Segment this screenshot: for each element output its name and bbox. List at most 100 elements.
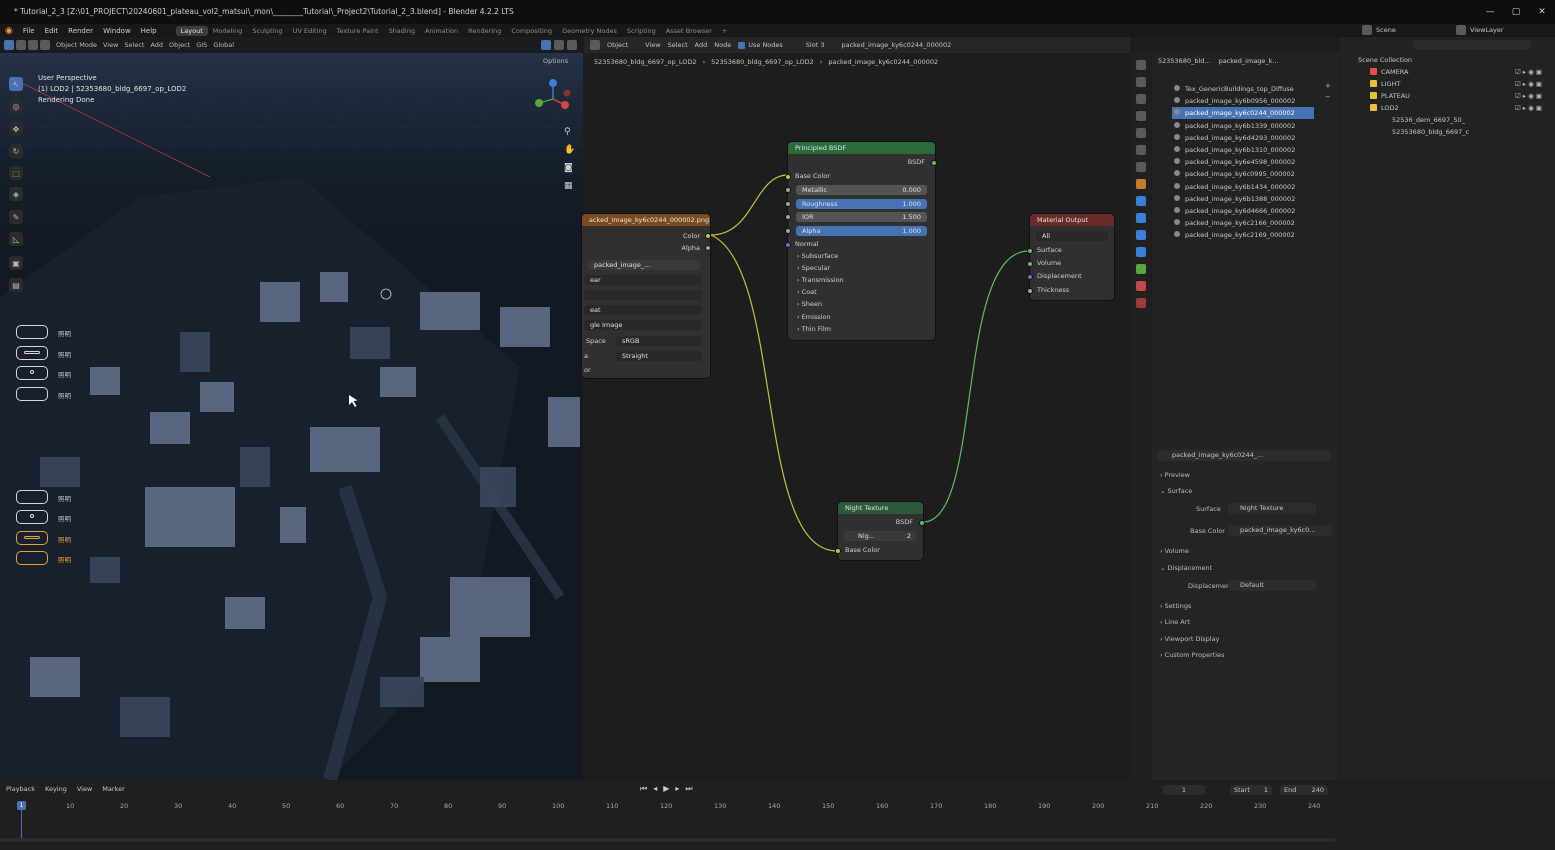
panel-subsurface[interactable]: › Subsurface bbox=[788, 251, 935, 262]
material-slot[interactable]: packed_image_ky6b1388_000002 bbox=[1172, 193, 1314, 205]
timeline-menu-marker[interactable]: Marker bbox=[102, 785, 124, 793]
minimize-button[interactable]: — bbox=[1477, 0, 1503, 24]
physics-tab-icon[interactable] bbox=[1136, 230, 1146, 240]
jump-start-icon[interactable]: ⏮ bbox=[640, 784, 647, 794]
modifier-tab-icon[interactable] bbox=[1136, 196, 1146, 206]
menu-file[interactable]: File bbox=[18, 27, 40, 35]
viewport-menu-add[interactable]: Add bbox=[150, 41, 163, 49]
3d-viewport[interactable]: Object Mode View Select Add Object GIS G… bbox=[0, 37, 583, 780]
measure-tool-icon[interactable]: ◺ bbox=[9, 232, 23, 246]
principled-bsdf-node[interactable]: Principled BSDF BSDF Base Color Metallic… bbox=[785, 142, 937, 340]
material-slot[interactable]: packed_image_ky6c2169_000002 bbox=[1172, 229, 1314, 241]
cursor-tool-icon[interactable]: ◎ bbox=[9, 99, 23, 113]
material-slot[interactable]: packed_image_ky6b1310_000002 bbox=[1172, 144, 1314, 156]
timeline-menu-view[interactable]: View bbox=[77, 785, 92, 793]
section-displacement[interactable]: ⌄ Displacement bbox=[1160, 564, 1212, 572]
menu-window[interactable]: Window bbox=[98, 27, 136, 35]
light-toggle-3[interactable] bbox=[16, 366, 48, 380]
navigation-gizmo[interactable] bbox=[531, 77, 575, 121]
displacement-socket[interactable] bbox=[1027, 274, 1033, 280]
rotate-tool-icon[interactable]: ↻ bbox=[9, 144, 23, 158]
visibility-toggles[interactable]: ☑ ▸ ◉ ▣ bbox=[1515, 103, 1542, 114]
roughness-socket[interactable] bbox=[785, 201, 791, 207]
scene-selector[interactable]: Scene bbox=[1376, 26, 1426, 34]
outliner-item[interactable]: CAMERA ☑ ▸ ◉ ▣ bbox=[1370, 67, 1550, 78]
light-toggle-1[interactable] bbox=[16, 325, 48, 339]
visibility-toggles[interactable]: ☑ ▸ ◉ ▣ bbox=[1515, 79, 1542, 90]
menu-edit[interactable]: Edit bbox=[40, 27, 64, 35]
light-toggle-8[interactable] bbox=[16, 551, 48, 565]
alpha-field[interactable]: Alpha 1.000 bbox=[796, 226, 927, 236]
select-tool-icon[interactable]: ↖ bbox=[9, 77, 23, 91]
data-tab-icon[interactable] bbox=[1136, 264, 1146, 274]
ior-socket[interactable] bbox=[785, 214, 791, 220]
alpha-socket[interactable] bbox=[785, 228, 791, 234]
panel-thin-film[interactable]: › Thin Film bbox=[788, 324, 935, 335]
visibility-toggles[interactable]: ☑ ▸ ◉ ▣ bbox=[1515, 67, 1542, 78]
material-slot[interactable]: packed_image_ky6d4666_000002 bbox=[1172, 205, 1314, 217]
section-surface[interactable]: ⌄ Surface bbox=[1160, 487, 1192, 495]
menu-render[interactable]: Render bbox=[63, 27, 98, 35]
shading-material-icon[interactable] bbox=[554, 40, 564, 50]
outliner-item[interactable]: LOD2 ☑ ▸ ◉ ▣ bbox=[1370, 103, 1550, 114]
panel-transmission[interactable]: › Transmission bbox=[788, 275, 935, 286]
material-slot[interactable]: packed_image_ky6c0995_000002 bbox=[1172, 168, 1314, 180]
object-mode-dropdown[interactable]: Object Mode bbox=[56, 41, 97, 49]
material-slot[interactable]: Tex_GenericBuildings_top_Diffuse bbox=[1172, 83, 1314, 95]
image-texture-node[interactable]: acked_image_ky6c0244_000002.png Color Al… bbox=[582, 214, 711, 378]
tab-rendering[interactable]: Rendering bbox=[463, 26, 506, 36]
source-dropdown[interactable]: gle Image bbox=[584, 320, 702, 330]
jump-end-icon[interactable]: ⏭ bbox=[685, 784, 692, 794]
scene-tab-icon[interactable] bbox=[1136, 128, 1146, 138]
extension-dropdown[interactable]: eat bbox=[584, 305, 702, 315]
tab-layout[interactable]: Layout bbox=[175, 25, 208, 36]
tab-animation[interactable]: Animation bbox=[420, 26, 463, 36]
night-bsdf-socket[interactable] bbox=[919, 520, 925, 526]
base-color-socket[interactable] bbox=[785, 174, 791, 180]
select-mode-icon[interactable] bbox=[40, 40, 50, 50]
prev-key-icon[interactable]: ◂ bbox=[653, 784, 657, 794]
interpolation-dropdown[interactable]: ear bbox=[584, 275, 702, 285]
material-slot[interactable]: packed_image_ky6c2166_000002 bbox=[1172, 217, 1314, 229]
color-output-socket[interactable] bbox=[705, 233, 711, 239]
tab-sculpting[interactable]: Sculpting bbox=[247, 26, 287, 36]
roughness-field[interactable]: Roughness 1.000 bbox=[796, 199, 927, 209]
outliner-item[interactable]: PLATEAU ☑ ▸ ◉ ▣ bbox=[1370, 91, 1550, 102]
output-tab-icon[interactable] bbox=[1136, 94, 1146, 104]
color-space-dropdown[interactable]: sRGB bbox=[616, 336, 702, 346]
light-toggle-6[interactable] bbox=[16, 510, 48, 524]
remove-slot-button[interactable]: − bbox=[1325, 93, 1331, 101]
section-volume[interactable]: › Volume bbox=[1160, 547, 1189, 555]
material-slot[interactable]: packed_image_ky6e4598_000002 bbox=[1172, 156, 1314, 168]
tab-texture-paint[interactable]: Texture Paint bbox=[332, 26, 384, 36]
panel-sheen[interactable]: › Sheen bbox=[788, 299, 935, 310]
section-viewport-display[interactable]: › Viewport Display bbox=[1160, 635, 1219, 643]
collection-tab-icon[interactable] bbox=[1136, 162, 1146, 172]
metallic-socket[interactable] bbox=[785, 187, 791, 193]
material-tab-icon[interactable] bbox=[1136, 281, 1146, 291]
add-workspace-button[interactable]: + bbox=[717, 26, 732, 36]
night-texture-node[interactable]: Night Texture BSDF Nig... 2 Base Color bbox=[835, 502, 925, 560]
material-datablock-selector[interactable]: packed_image_ky6c0244_... bbox=[1158, 450, 1330, 461]
tab-shading[interactable]: Shading bbox=[384, 26, 420, 36]
play-icon[interactable]: ▶ bbox=[663, 784, 669, 794]
options-dropdown[interactable]: Options bbox=[543, 57, 568, 65]
transform-orientation-dropdown[interactable]: Global bbox=[213, 41, 234, 49]
ior-field[interactable]: IOR 1.500 bbox=[796, 212, 927, 222]
outliner-item[interactable]: LIGHT ☑ ▸ ◉ ▣ bbox=[1370, 79, 1550, 90]
base-color-field[interactable]: packed_image_ky6c0... bbox=[1228, 525, 1332, 536]
viewport-menu-gis[interactable]: GIS bbox=[196, 41, 207, 49]
playhead[interactable]: 1 bbox=[17, 801, 26, 810]
end-frame-field[interactable]: End 240 bbox=[1280, 785, 1328, 795]
viewport-menu-select[interactable]: Select bbox=[124, 41, 144, 49]
section-settings[interactable]: › Settings bbox=[1160, 602, 1191, 610]
volume-socket[interactable] bbox=[1027, 261, 1033, 267]
panel-emission[interactable]: › Emission bbox=[788, 312, 935, 323]
select-mode-icon[interactable] bbox=[28, 40, 38, 50]
shader-node-editor[interactable]: Object View Select Add Node Use Nodes Sl… bbox=[582, 37, 1130, 780]
tab-geometry-nodes[interactable]: Geometry Nodes bbox=[557, 26, 622, 36]
particles-tab-icon[interactable] bbox=[1136, 213, 1146, 223]
material-slot[interactable]: packed_image_ky6c0244_000002 bbox=[1172, 107, 1314, 120]
node-group-selector[interactable]: Nig... 2 bbox=[844, 531, 917, 541]
scale-tool-icon[interactable]: ⬚ bbox=[9, 166, 23, 180]
